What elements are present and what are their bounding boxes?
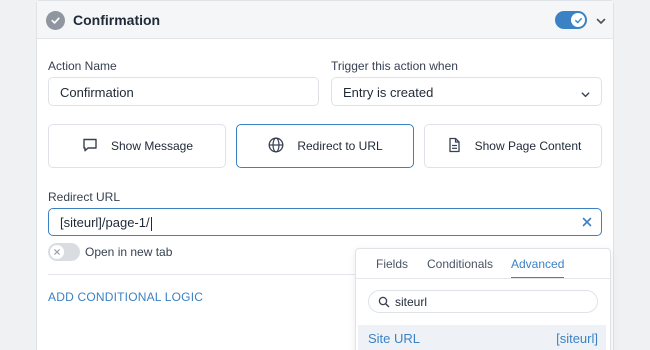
check-circle-icon	[46, 11, 65, 30]
show-message-label: Show Message	[110, 139, 194, 153]
toggle-check-icon	[571, 13, 585, 27]
toggle-x-icon	[50, 245, 64, 259]
list-item[interactable]: Site URL [siteurl]	[358, 325, 606, 350]
redirect-url-value: [siteurl]/page-1/	[60, 215, 150, 230]
collapse-chevron-icon[interactable]	[595, 14, 607, 32]
action-name-label: Action Name	[48, 59, 117, 73]
show-page-content-label: Show Page Content	[474, 139, 582, 153]
tab-advanced[interactable]: Advanced	[511, 257, 565, 279]
new-tab-label: Open in new tab	[85, 245, 173, 259]
action-name-value: Confirmation	[60, 85, 134, 100]
show-message-button[interactable]: Show Message	[48, 124, 226, 168]
add-conditional-logic-link[interactable]: ADD CONDITIONAL LOGIC	[48, 290, 203, 304]
clear-icon[interactable]	[581, 216, 593, 231]
action-name-input[interactable]: Confirmation	[48, 77, 319, 106]
tabs-divider	[356, 278, 610, 279]
message-icon	[81, 136, 99, 157]
show-page-content-button[interactable]: Show Page Content	[424, 124, 602, 168]
redirect-url-label: Redirect URL	[48, 190, 121, 204]
action-enabled-toggle[interactable]	[555, 11, 587, 29]
trigger-label: Trigger this action when	[331, 59, 458, 73]
smart-tag-search-input[interactable]: siteurl	[368, 290, 598, 313]
new-tab-toggle[interactable]	[48, 243, 80, 261]
globe-icon	[267, 136, 285, 157]
action-header[interactable]: Confirmation	[37, 1, 613, 39]
search-value: siteurl	[395, 295, 428, 309]
smart-tag-popover: Fields Conditionals Advanced siteurl Sit…	[355, 248, 611, 350]
redirect-url-input[interactable]: [siteurl]/page-1/	[48, 208, 602, 236]
trigger-select[interactable]: Entry is created	[331, 77, 602, 106]
search-icon	[378, 296, 390, 311]
redirect-to-url-button[interactable]: Redirect to URL	[236, 124, 414, 168]
action-title: Confirmation	[73, 12, 161, 28]
tab-conditionals[interactable]: Conditionals	[427, 257, 493, 277]
chevron-down-icon	[580, 88, 591, 103]
document-icon	[445, 136, 463, 157]
result-tag: [siteurl]	[556, 331, 598, 346]
result-name: Site URL	[368, 331, 421, 346]
redirect-to-url-label: Redirect to URL	[297, 139, 383, 153]
tab-fields[interactable]: Fields	[376, 257, 408, 277]
trigger-value: Entry is created	[343, 85, 434, 100]
text-caret	[150, 216, 152, 231]
